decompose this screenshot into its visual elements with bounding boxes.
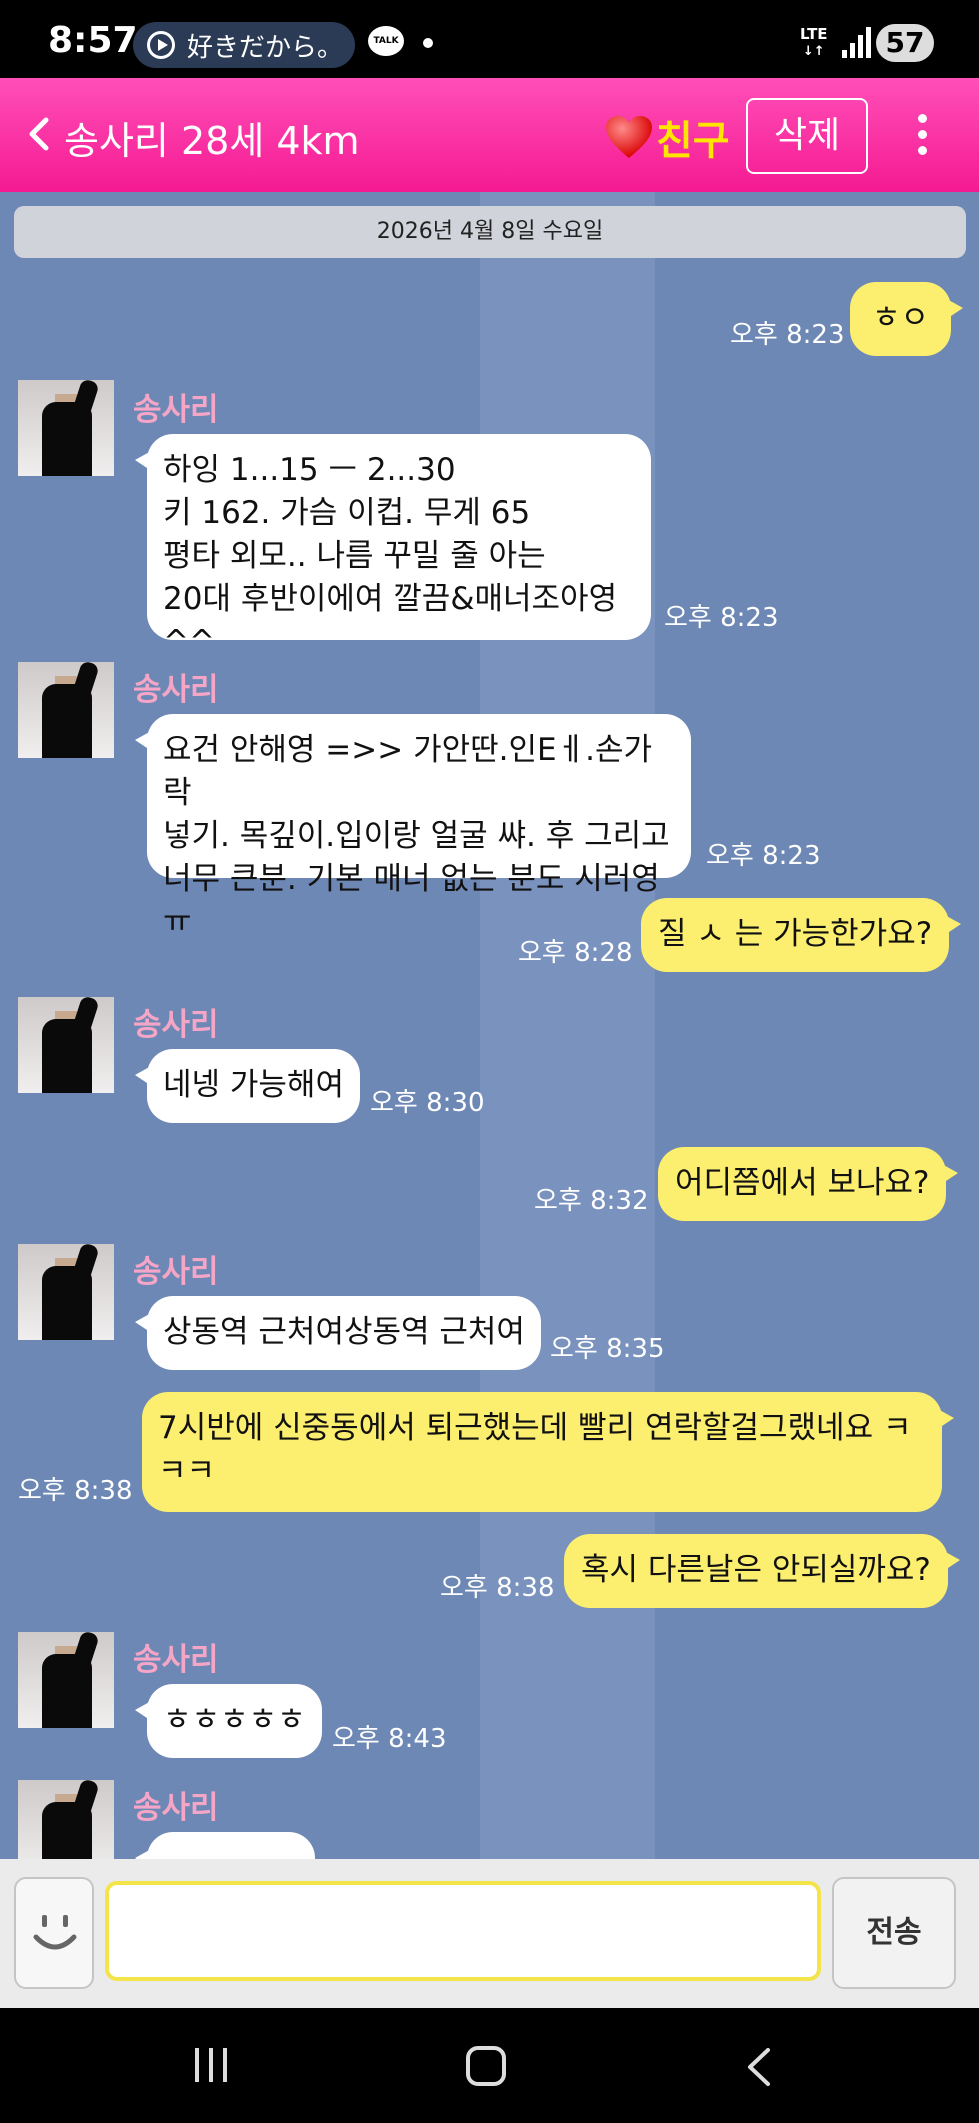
message-time: 오후 8:23 (706, 841, 821, 871)
heart-icon (606, 116, 652, 158)
chat-messages[interactable]: 2026년 4월 8일 수요일 ㅎㅇ 오후 8:23 송사리 하잉 1...15… (0, 192, 979, 1859)
message-time: 오후 8:23 (730, 320, 845, 350)
avatar[interactable] (18, 1632, 114, 1728)
avatar[interactable] (18, 1244, 114, 1340)
system-navigation-bar (0, 2008, 979, 2123)
incoming-message-bubble[interactable]: ㅎㅎㅎㅎㅎ (135, 1684, 322, 1758)
recents-icon[interactable] (193, 2048, 229, 2084)
avatar[interactable] (18, 997, 114, 1093)
message-time: 오후 8:43 (332, 1724, 447, 1754)
avatar[interactable] (18, 380, 114, 476)
send-button[interactable]: 전송 (832, 1877, 956, 1989)
outgoing-message-bubble[interactable]: 혹시 다른날은 안되실까요? (564, 1534, 960, 1608)
message-time: 오후 8:35 (550, 1334, 665, 1364)
delete-button[interactable]: 삭제 (746, 98, 868, 174)
avatar[interactable] (18, 1780, 114, 1859)
incoming-message-bubble[interactable]: 요건 안해영 =>> 가안딴.인Eㅔ.손가락 넣기. 목깊이.입이랑 얼굴 쌰.… (135, 714, 691, 940)
message-input-bar: 전송 (0, 1859, 979, 2008)
friend-label: 친구 (656, 118, 730, 164)
battery-icon: 57 (876, 24, 934, 62)
friend-status[interactable]: 친구 (604, 108, 730, 166)
outgoing-message-bubble[interactable]: 질 ㅅ 는 가능한가요? (641, 898, 962, 972)
more-notifications-dot (423, 38, 433, 48)
incoming-message-bubble[interactable] (135, 1832, 315, 1859)
emoji-button[interactable] (14, 1877, 94, 1989)
home-icon[interactable] (466, 2046, 506, 2086)
back-icon[interactable] (744, 2046, 774, 2088)
media-notification-chip[interactable]: 好きだから。 (133, 22, 355, 68)
smiley-icon (33, 1915, 77, 1950)
message-time: 오후 8:38 (440, 1573, 555, 1603)
message-time: 오후 8:38 (18, 1476, 133, 1506)
message-time: 오후 8:23 (664, 603, 779, 633)
avatar[interactable] (18, 662, 114, 758)
sender-name: 송사리 (133, 672, 219, 708)
date-divider: 2026년 4월 8일 수요일 (14, 206, 966, 258)
sender-name: 송사리 (133, 1254, 219, 1290)
incoming-message-bubble[interactable]: 네넹 가능해여 (135, 1049, 360, 1123)
incoming-message-bubble[interactable]: 상동역 근처여상동역 근처여 (135, 1296, 541, 1370)
media-title: 好きだから。 (187, 32, 344, 63)
status-time: 8:57 (48, 20, 138, 61)
outgoing-message-bubble[interactable]: 7시반에 신중동에서 퇴근했는데 빨리 연락할걸그랬네요 ㅋ ㅋㅋ (142, 1392, 954, 1512)
signal-icon (840, 26, 871, 58)
more-vertical-icon[interactable] (916, 114, 928, 158)
network-type: LTE ↓↑ (800, 25, 828, 59)
message-time: 오후 8:32 (534, 1186, 649, 1216)
kakaotalk-notification-icon: TALK (368, 26, 404, 56)
chevron-left-icon[interactable] (24, 116, 54, 152)
chat-title[interactable]: 송사리 28세 4km (64, 110, 360, 165)
play-icon (147, 31, 175, 59)
message-time: 오후 8:30 (370, 1088, 485, 1118)
sender-name: 송사리 (133, 392, 219, 428)
chat-header: 송사리 28세 4km 친구 삭제 (0, 78, 979, 192)
message-input[interactable] (105, 1881, 821, 1981)
sender-name: 송사리 (133, 1790, 219, 1826)
message-time: 오후 8:28 (518, 938, 633, 968)
sender-name: 송사리 (133, 1642, 219, 1678)
status-bar: 8:57 好きだから。 TALK LTE ↓↑ 57 (0, 0, 979, 78)
outgoing-message-bubble[interactable]: ㅎㅇ (850, 282, 964, 356)
outgoing-message-bubble[interactable]: 어디쯤에서 보나요? (658, 1147, 959, 1221)
incoming-message-bubble[interactable]: 하잉 1...15 ㅡ 2...30 키 162. 가슴 이컵. 무게 65 평… (135, 434, 651, 660)
sender-name: 송사리 (133, 1007, 219, 1043)
